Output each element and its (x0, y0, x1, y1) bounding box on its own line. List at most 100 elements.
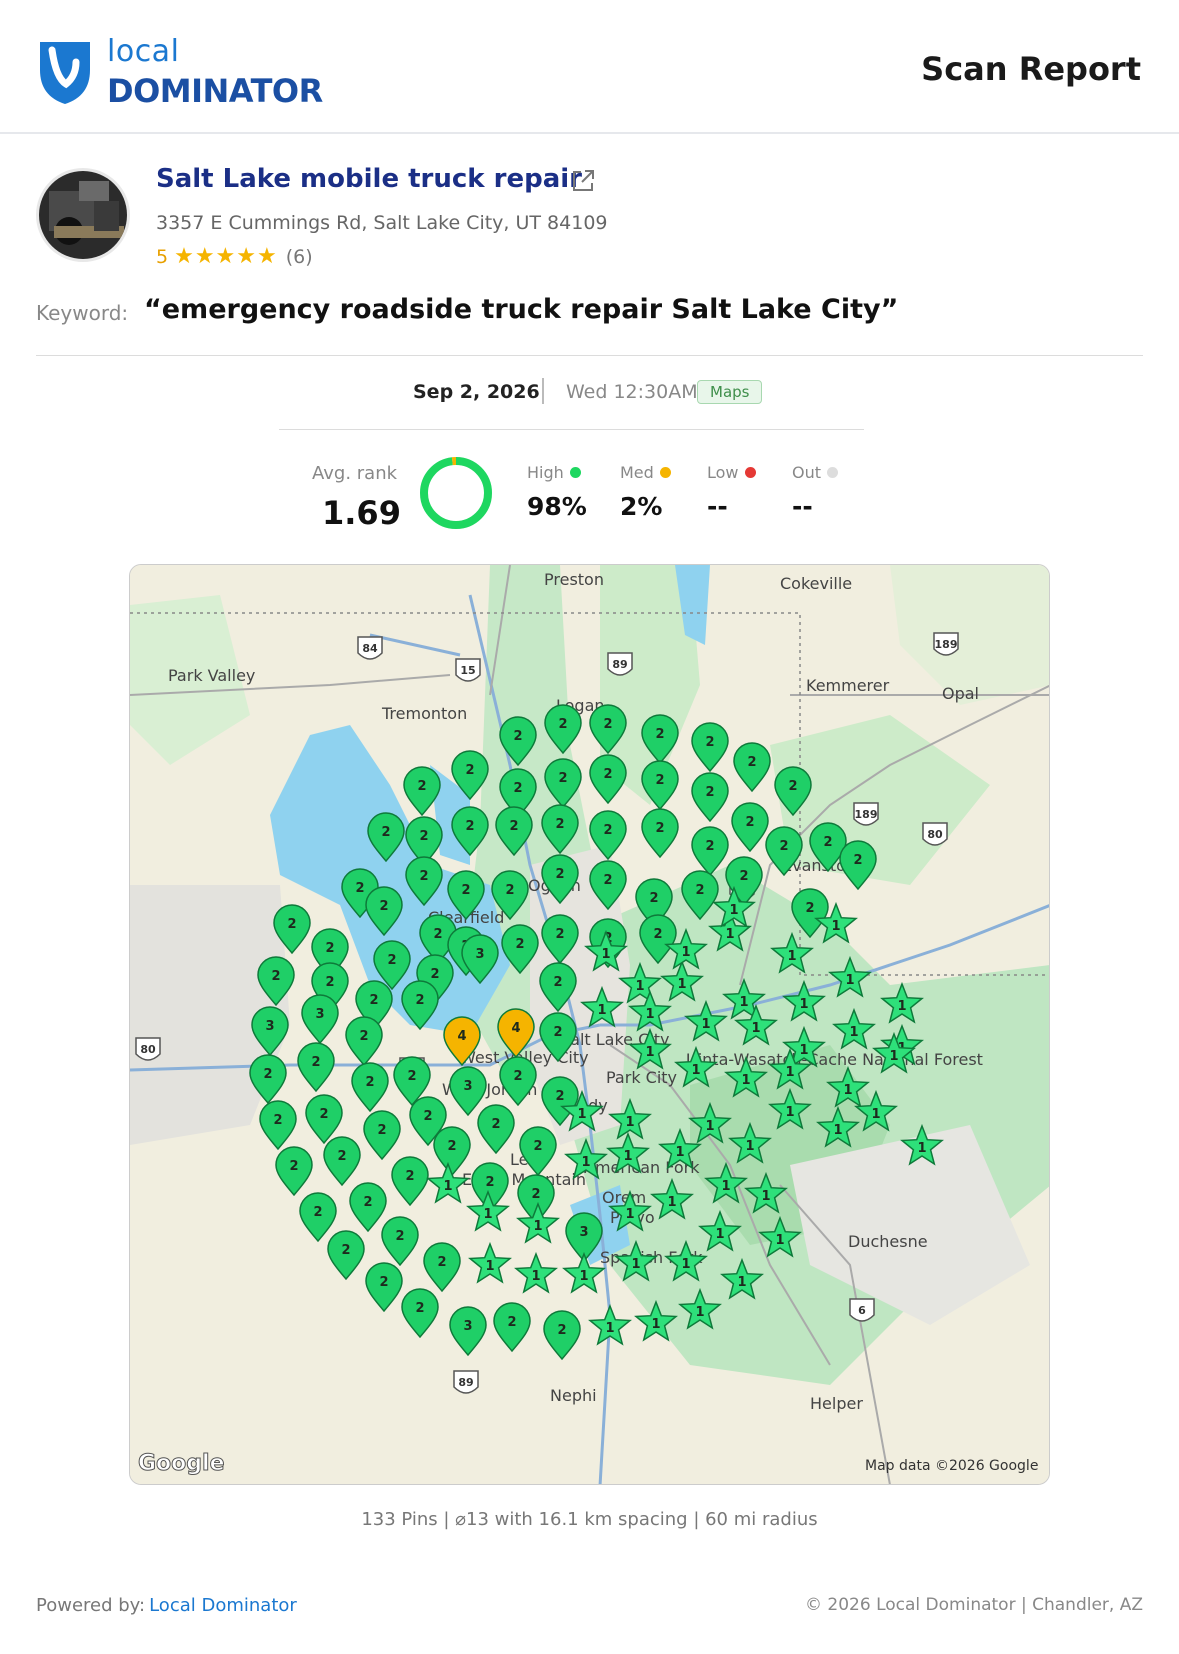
svg-text:2: 2 (779, 839, 788, 854)
svg-text:2: 2 (603, 823, 612, 838)
svg-text:1: 1 (485, 1259, 494, 1274)
svg-text:2: 2 (695, 883, 704, 898)
svg-text:2: 2 (465, 819, 474, 834)
svg-text:1: 1 (531, 1269, 540, 1284)
svg-text:89: 89 (458, 1376, 473, 1389)
svg-text:1: 1 (739, 995, 748, 1010)
svg-text:3: 3 (463, 1079, 472, 1094)
svg-text:2: 2 (419, 869, 428, 884)
rating-value: 5 (156, 245, 169, 268)
svg-text:2: 2 (603, 767, 612, 782)
svg-text:1: 1 (745, 1139, 754, 1154)
svg-text:2: 2 (555, 1089, 564, 1104)
svg-text:2: 2 (369, 993, 378, 1008)
svg-text:2: 2 (325, 975, 334, 990)
logo-text-local: local (107, 34, 180, 69)
svg-text:2: 2 (415, 993, 424, 1008)
svg-text:1: 1 (681, 1257, 690, 1272)
svg-text:1: 1 (645, 1007, 654, 1022)
star-rating-icon: ★★★★★ (174, 244, 278, 269)
svg-text:2: 2 (341, 1243, 350, 1258)
svg-text:2: 2 (555, 927, 564, 942)
svg-text:1: 1 (889, 1049, 898, 1064)
svg-text:1: 1 (785, 1105, 794, 1120)
svg-text:2: 2 (287, 917, 296, 932)
svg-text:2: 2 (655, 821, 664, 836)
svg-text:2: 2 (705, 785, 714, 800)
highway-shield-icon: 189 (853, 802, 879, 826)
svg-text:1: 1 (705, 1119, 714, 1134)
svg-text:1: 1 (577, 1107, 586, 1122)
svg-text:1: 1 (741, 1073, 750, 1088)
logo-text-dominator: DOMINATOR (107, 72, 323, 110)
svg-text:1: 1 (601, 947, 610, 962)
svg-text:1: 1 (725, 927, 734, 942)
svg-text:1: 1 (533, 1219, 542, 1234)
svg-text:3: 3 (475, 947, 484, 962)
business-name-link[interactable]: Salt Lake mobile truck repair (156, 164, 582, 194)
external-link-icon[interactable] (570, 168, 596, 194)
svg-text:2: 2 (553, 1025, 562, 1040)
svg-text:2: 2 (705, 839, 714, 854)
local-dominator-logo-icon (40, 42, 90, 104)
business-avatar (36, 168, 130, 262)
svg-text:2: 2 (823, 835, 832, 850)
svg-text:2: 2 (325, 941, 334, 956)
svg-text:1: 1 (483, 1207, 492, 1222)
svg-text:2: 2 (747, 755, 756, 770)
map-canvas[interactable]: Preston CokevillePark ValleyKemmerer OpalL… (130, 565, 1050, 1485)
svg-text:2: 2 (365, 1075, 374, 1090)
svg-text:2: 2 (805, 901, 814, 916)
svg-text:2: 2 (603, 873, 612, 888)
svg-text:2: 2 (505, 883, 514, 898)
legend-med: Med (620, 463, 671, 482)
local-dominator-link[interactable]: Local Dominator (149, 1595, 297, 1616)
copyright: © 2026 Local Dominator | Chandler, AZ (805, 1595, 1143, 1615)
scan-time: Wed 12:30AM (566, 381, 698, 403)
divider (542, 378, 544, 404)
keyword-text: “emergency roadside truck repair Salt La… (144, 294, 899, 325)
svg-text:1: 1 (761, 1189, 770, 1204)
svg-text:2: 2 (533, 1139, 542, 1154)
svg-text:2: 2 (263, 1067, 272, 1082)
svg-text:2: 2 (423, 1109, 432, 1124)
svg-text:1: 1 (897, 999, 906, 1014)
divider (279, 429, 864, 430)
svg-text:1: 1 (695, 1305, 704, 1320)
highway-shield-icon: 89 (453, 1370, 479, 1394)
svg-text:2: 2 (337, 1149, 346, 1164)
highway-shield-icon: 80 (135, 1037, 161, 1061)
svg-text:2: 2 (271, 969, 280, 984)
svg-text:1: 1 (737, 1275, 746, 1290)
svg-text:2: 2 (437, 1255, 446, 1270)
svg-text:2: 2 (491, 1117, 500, 1132)
legend-high: High (527, 463, 581, 482)
svg-text:1: 1 (799, 1043, 808, 1058)
svg-text:2: 2 (513, 781, 522, 796)
svg-text:2: 2 (319, 1107, 328, 1122)
svg-text:4: 4 (457, 1029, 466, 1044)
svg-text:1: 1 (443, 1179, 452, 1194)
svg-text:1: 1 (651, 1317, 660, 1332)
svg-text:80: 80 (927, 828, 943, 841)
svg-text:2: 2 (419, 829, 428, 844)
svg-text:1: 1 (845, 973, 854, 988)
business-rating: 5 ★★★★★ (6) (156, 244, 313, 269)
svg-text:2: 2 (788, 779, 797, 794)
highway-shield-icon: 89 (607, 652, 633, 676)
svg-text:2: 2 (313, 1205, 322, 1220)
svg-text:1: 1 (833, 1123, 842, 1138)
svg-text:2: 2 (513, 729, 522, 744)
svg-text:1: 1 (675, 1145, 684, 1160)
map-place-label: Park City (606, 1068, 677, 1087)
high-dot-icon (569, 467, 581, 478)
svg-text:189: 189 (855, 808, 878, 821)
svg-text:2: 2 (415, 1301, 424, 1316)
svg-text:2: 2 (853, 853, 862, 868)
svg-text:2: 2 (739, 869, 748, 884)
svg-text:1: 1 (605, 1321, 614, 1336)
svg-text:2: 2 (655, 727, 664, 742)
highway-shield-icon: 189 (933, 632, 959, 656)
rank-grid-map[interactable]: Preston Cokeville Park Valley Kemmerer Opal L… (129, 564, 1050, 1485)
svg-text:2: 2 (515, 937, 524, 952)
